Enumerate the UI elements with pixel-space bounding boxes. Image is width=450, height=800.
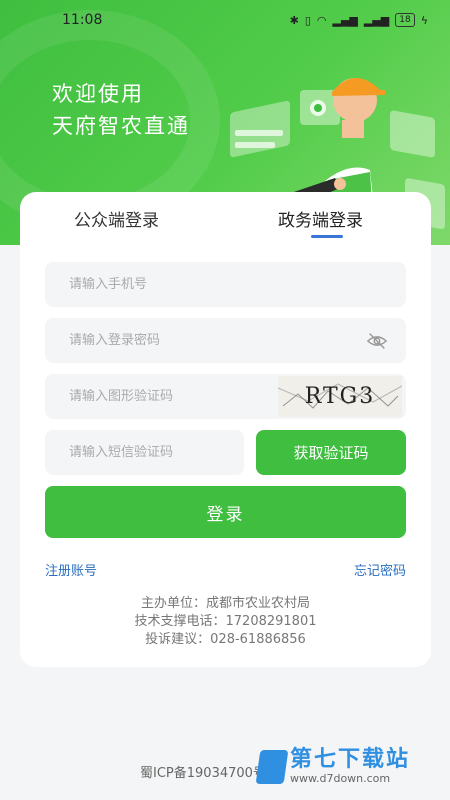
password-input[interactable] — [69, 333, 406, 348]
active-tab-indicator — [311, 235, 343, 238]
captcha-image[interactable]: RTG3 — [278, 376, 402, 417]
welcome-line-2: 天府智农直通 — [52, 114, 190, 138]
register-link[interactable]: 注册账号 — [45, 560, 97, 579]
watermark-logo-icon — [255, 750, 289, 784]
site-watermark: 第七下载站 www.d7down.com — [255, 747, 411, 786]
eye-hidden-icon[interactable] — [366, 330, 388, 352]
wifi-icon: ◠ — [316, 13, 327, 27]
login-tabs: 公众端登录 政务端登录 — [20, 192, 431, 252]
watermark-name: 第七下载站 — [290, 747, 411, 772]
tab-government-login[interactable]: 政务端登录 — [278, 206, 363, 231]
vibrate-icon: ▯ — [304, 13, 311, 27]
captcha-input[interactable] — [69, 389, 259, 404]
status-bar: 11:08 ✱ ▯ ◠ ▂▄▆ ▂▄▆ 18 ϟ — [0, 0, 450, 40]
status-time: 11:08 — [62, 12, 103, 28]
login-button[interactable]: 登录 — [45, 486, 406, 538]
complaint-text: 投诉建议：028-61886856 — [145, 632, 306, 647]
organizer-text: 主办单位：成都市农业农村局 — [140, 596, 310, 611]
signal-icon-2: ▂▄▆ — [363, 13, 390, 27]
phone-field[interactable] — [45, 262, 406, 307]
phone-input[interactable] — [69, 277, 406, 292]
signal-icon: ▂▄▆ — [332, 13, 358, 27]
support-phone-text: 技术支撑电话：17208291801 — [134, 614, 317, 629]
password-field[interactable] — [45, 318, 406, 363]
sms-code-field[interactable] — [45, 430, 244, 475]
welcome-text: 欢迎使用 天府智农直通 — [52, 78, 190, 142]
welcome-line-1: 欢迎使用 — [52, 82, 144, 106]
login-card: 公众端登录 政务端登录 RTG3 获取验证码 登录 注册账号 忘记密码 主办单位… — [20, 192, 431, 667]
get-code-button[interactable]: 获取验证码 — [256, 430, 406, 475]
sms-code-input[interactable] — [69, 445, 244, 460]
bluetooth-icon: ✱ — [289, 13, 299, 27]
forgot-password-link[interactable]: 忘记密码 — [354, 560, 406, 579]
watermark-url: www.d7down.com — [290, 772, 391, 785]
charging-icon: ϟ — [420, 13, 428, 27]
battery-icon: 18 — [395, 13, 415, 27]
status-icons: ✱ ▯ ◠ ▂▄▆ ▂▄▆ 18 ϟ — [290, 13, 428, 27]
captcha-text: RTG3 — [304, 384, 376, 409]
captcha-field[interactable]: RTG3 — [45, 374, 406, 419]
tab-public-login[interactable]: 公众端登录 — [74, 206, 159, 231]
